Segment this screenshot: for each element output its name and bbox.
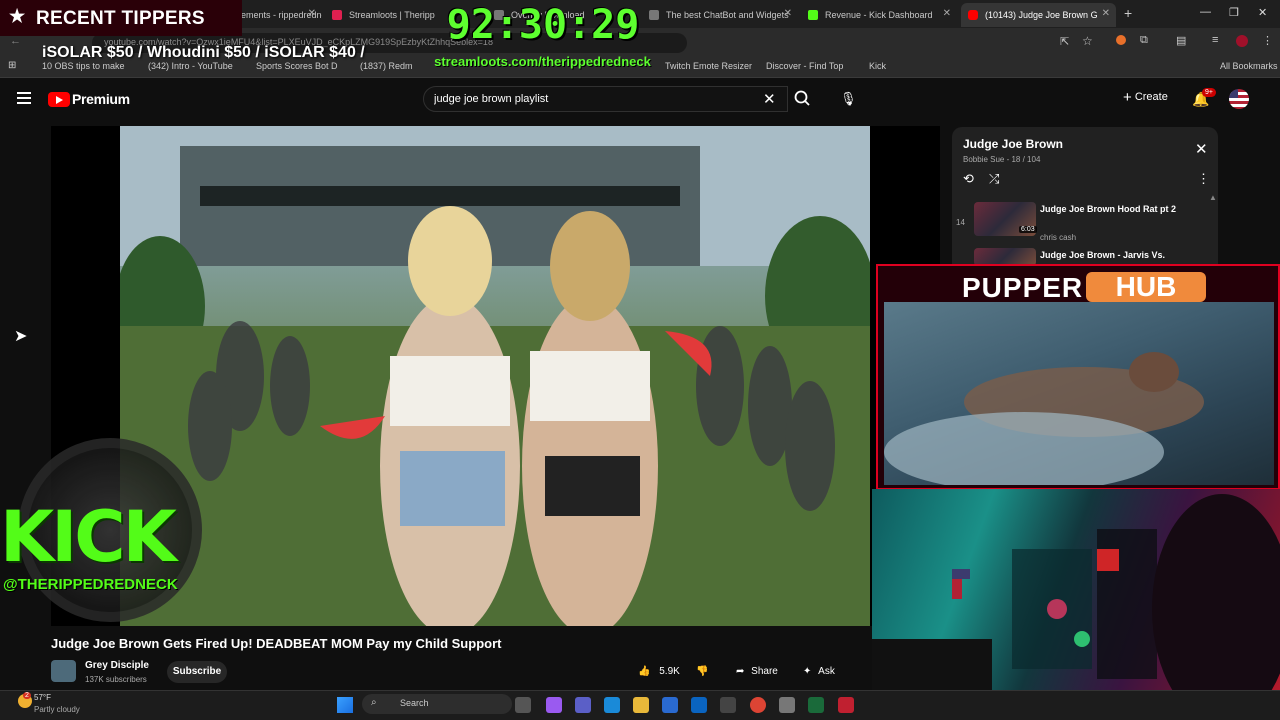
weather-badge: 2 bbox=[23, 692, 31, 699]
dog-camera-illustration bbox=[884, 352, 1204, 492]
tipper-ticker: iSOLAR $50 / Whoudini $50 / iSOLAR $40 / bbox=[42, 44, 365, 61]
back-icon[interactable]: ← bbox=[10, 35, 21, 47]
maximize-icon[interactable]: ❐ bbox=[1229, 6, 1239, 19]
share-button[interactable]: ➦ Share bbox=[736, 662, 778, 682]
search-icon bbox=[794, 90, 810, 106]
close-icon[interactable]: ✕ bbox=[1102, 8, 1110, 19]
browser-menu-icon[interactable]: ⋮ bbox=[1262, 34, 1273, 47]
close-window-icon[interactable]: ✕ bbox=[1258, 6, 1267, 19]
bookmark-star-icon[interactable]: ☆ bbox=[1082, 34, 1093, 48]
profile-avatar[interactable] bbox=[1236, 35, 1248, 47]
voice-search-icon[interactable]: 🎙 bbox=[840, 91, 857, 107]
app-icon[interactable] bbox=[838, 697, 854, 713]
obs-icon[interactable] bbox=[720, 697, 736, 713]
extension-icon[interactable] bbox=[1116, 35, 1126, 45]
playlist-item-title: Judge Joe Brown - Jarvis Vs. bbox=[1040, 250, 1166, 260]
plus-icon: + bbox=[1123, 89, 1132, 106]
loop-icon[interactable]: ⟲ bbox=[963, 171, 974, 187]
thumbs-up-icon: 👍 bbox=[638, 666, 651, 677]
dislike-button[interactable]: 👎 bbox=[696, 662, 708, 682]
apps-grid-icon[interactable]: ⊞ bbox=[8, 60, 16, 71]
video-title: Judge Joe Brown Gets Fired Up! DEADBEAT … bbox=[51, 636, 502, 651]
youtube-icon bbox=[968, 10, 978, 20]
youtube-premium-label[interactable]: Premium bbox=[72, 91, 130, 107]
new-tab-button[interactable]: + bbox=[1124, 5, 1132, 21]
sidebar-icon[interactable]: ▤ bbox=[1176, 34, 1186, 47]
mouse-cursor-icon: ➤ bbox=[14, 328, 28, 345]
subathon-timer: 92:30:29 bbox=[446, 2, 640, 48]
video-frame bbox=[120, 126, 870, 626]
playlist-item-title: Judge Joe Brown Hood Rat pt 2 bbox=[1040, 204, 1177, 214]
search-icon: ⌕ bbox=[371, 697, 377, 708]
youtube-logo-icon[interactable] bbox=[48, 92, 70, 107]
close-playlist-icon[interactable]: ✕ bbox=[1195, 140, 1208, 158]
video-frame-illustration bbox=[120, 126, 870, 626]
close-icon[interactable]: ✕ bbox=[943, 8, 951, 19]
bookmark-kick[interactable]: Kick bbox=[869, 61, 886, 71]
thumbs-down-icon: 👎 bbox=[696, 666, 709, 677]
app-icon[interactable] bbox=[779, 697, 795, 713]
search-button[interactable] bbox=[788, 86, 818, 112]
ask-button[interactable]: ✦ Ask bbox=[803, 662, 835, 682]
taskbar-search[interactable]: ⌕ Search bbox=[362, 694, 512, 714]
kick-logo-text: KICK bbox=[0, 496, 177, 578]
kick-handle: @THERIPPEDREDNECK bbox=[3, 576, 178, 593]
weather-condition: Partly cloudy bbox=[34, 705, 80, 714]
app-icon[interactable] bbox=[808, 697, 824, 713]
recent-tippers-banner: ★ RECENT TIPPERS bbox=[0, 0, 242, 36]
hub-label: HUB bbox=[1086, 272, 1206, 302]
star-icon: ★ bbox=[9, 6, 26, 26]
more-vert-icon[interactable]: ⋮ bbox=[1197, 171, 1210, 187]
webcam-illustration bbox=[872, 494, 1280, 720]
account-avatar[interactable] bbox=[1229, 89, 1249, 109]
file-explorer-icon[interactable] bbox=[633, 697, 649, 713]
like-button[interactable]: 👍 5.9K bbox=[638, 662, 680, 682]
streamer-webcam bbox=[872, 489, 1280, 720]
extensions-puzzle-icon[interactable]: ⧉ bbox=[1140, 34, 1148, 47]
playlist-item-channel: chris cash bbox=[1040, 233, 1077, 242]
close-icon[interactable]: ✕ bbox=[784, 8, 792, 19]
teams-icon[interactable] bbox=[575, 697, 591, 713]
close-icon[interactable]: ✕ bbox=[308, 8, 316, 19]
downloads-icon[interactable]: ≡ bbox=[1212, 34, 1218, 46]
clear-search-icon[interactable]: ✕ bbox=[763, 90, 776, 108]
tab-youtube-active[interactable]: (10143) Judge Joe Brown G ✕ bbox=[961, 3, 1116, 27]
share-icon: ➦ bbox=[736, 666, 745, 677]
bookmark-discover[interactable]: Discover - Find Top bbox=[766, 61, 843, 71]
outlook-icon[interactable] bbox=[691, 697, 707, 713]
windows-start-icon[interactable] bbox=[337, 697, 353, 713]
hamburger-menu-icon[interactable] bbox=[17, 92, 31, 104]
copilot-icon[interactable] bbox=[546, 697, 562, 713]
search-input[interactable] bbox=[423, 86, 788, 112]
install-icon[interactable]: ⇱ bbox=[1060, 35, 1069, 48]
edge-icon[interactable] bbox=[604, 697, 620, 713]
sparkle-icon: ✦ bbox=[803, 666, 812, 677]
chrome-icon[interactable] bbox=[750, 697, 766, 713]
temperature: 57°F bbox=[34, 693, 51, 702]
kick-icon bbox=[808, 10, 818, 20]
task-view-icon[interactable] bbox=[515, 697, 531, 713]
tab-kick-dashboard[interactable]: Revenue - Kick Dashboard ✕ bbox=[801, 3, 957, 27]
channel-name[interactable]: Grey Disciple bbox=[85, 660, 149, 671]
create-button[interactable]: + Create bbox=[1123, 89, 1179, 109]
playlist-subtitle: Bobbie Sue - 18 / 104 bbox=[963, 155, 1041, 164]
all-bookmarks[interactable]: All Bookmarks bbox=[1220, 61, 1278, 71]
video-duration: 6:03 bbox=[1019, 226, 1037, 233]
shuffle-icon[interactable]: ⤮ bbox=[989, 171, 999, 187]
dog-camera-feed bbox=[884, 302, 1274, 492]
channel-avatar[interactable] bbox=[51, 660, 76, 682]
subscriber-count: 137K subscribers bbox=[85, 675, 147, 684]
playlist-title[interactable]: Judge Joe Brown bbox=[963, 137, 1063, 151]
minimize-icon[interactable]: — bbox=[1200, 6, 1211, 18]
streamloots-icon bbox=[332, 10, 342, 20]
store-icon[interactable] bbox=[662, 697, 678, 713]
subscribe-button[interactable]: Subscribe bbox=[167, 661, 227, 683]
streamloots-url: streamloots.com/therippedredneck bbox=[434, 54, 651, 69]
pupper-label: PUPPER bbox=[962, 272, 1084, 303]
playlist-item[interactable]: 14 6:03 Judge Joe Brown Hood Rat pt 2 ch… bbox=[952, 198, 1218, 248]
notification-count-badge: 9+ bbox=[1202, 88, 1216, 97]
